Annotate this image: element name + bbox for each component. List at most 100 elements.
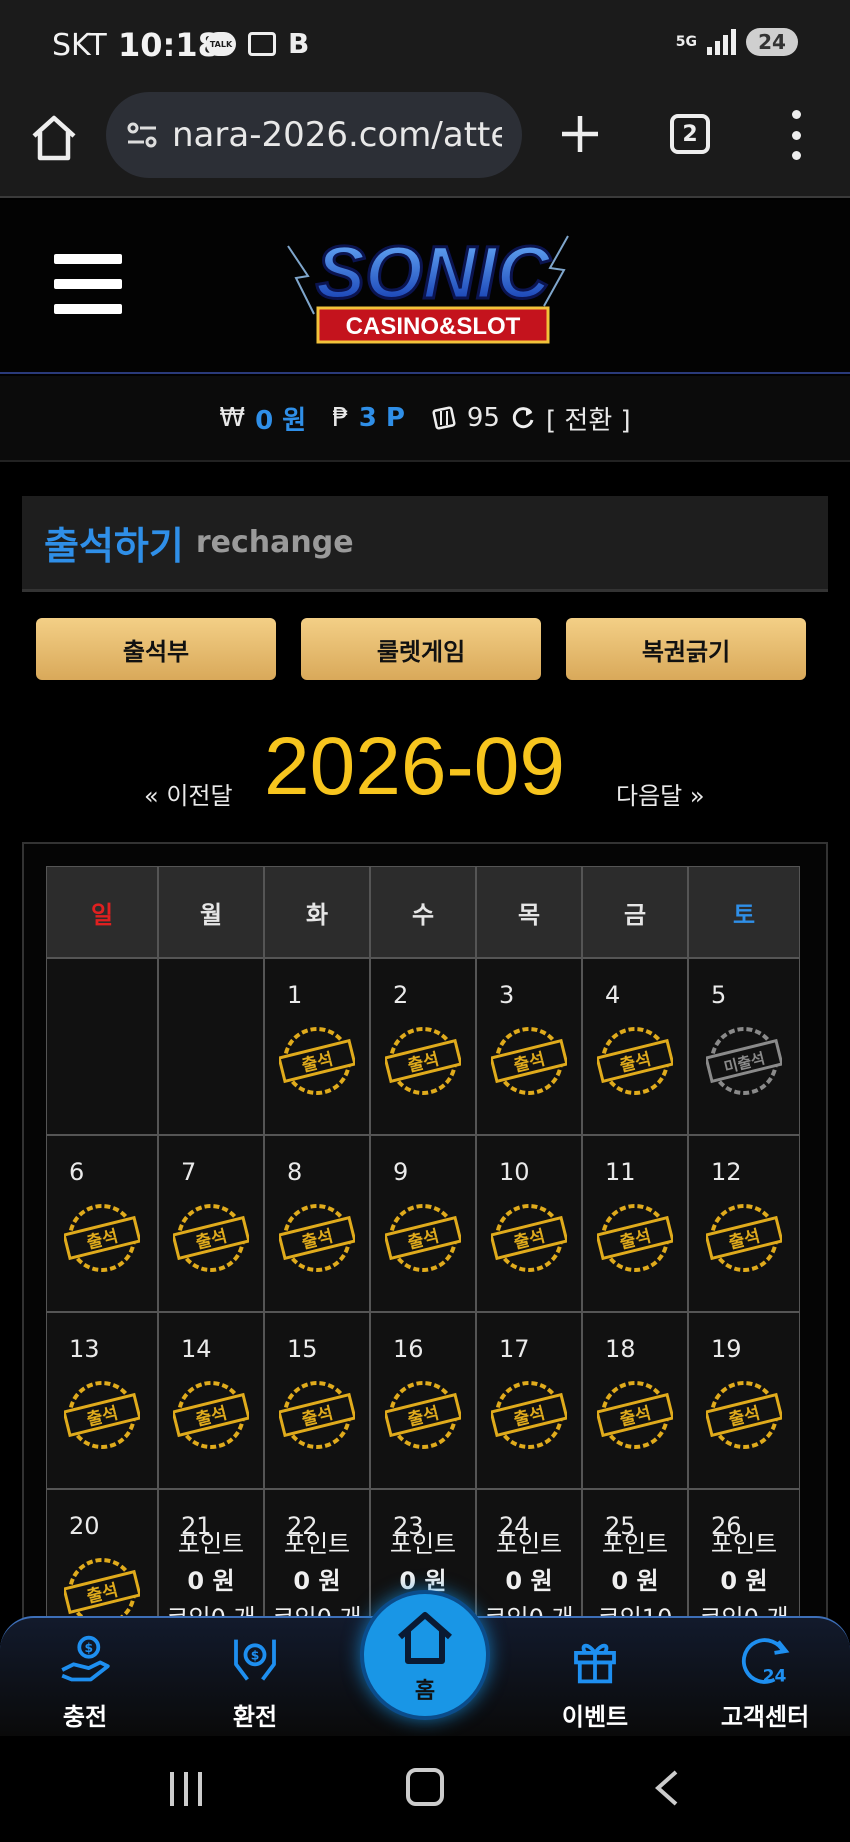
day-number: 7 [181, 1158, 197, 1186]
coin-icon [432, 406, 456, 430]
balance-bar: ₩ 0 원 ₱ 3 P 95 [ 전환 ] [0, 376, 850, 462]
attended-stamp-icon: 출석 [385, 1026, 461, 1095]
nav-home-label: 홈 [414, 1679, 436, 1704]
screenshot-icon [248, 32, 276, 56]
day-number: 8 [287, 1158, 303, 1186]
weekday-sat: 토 [688, 866, 800, 958]
calendar-day-19[interactable]: 19 출석 [688, 1312, 800, 1489]
calendar-day-12[interactable]: 12 출석 [688, 1135, 800, 1312]
hamburger-menu-icon[interactable] [54, 254, 122, 314]
attended-stamp-icon: 출석 [64, 1380, 140, 1449]
day-number: 20 [69, 1512, 100, 1540]
day-number: 1 [287, 981, 303, 1009]
scratch-lottery-button[interactable]: 복권긁기 [566, 618, 806, 680]
weekday-mon: 월 [158, 866, 264, 958]
point-symbol-icon: ₱ [332, 403, 349, 433]
calendar-day-4[interactable]: 4 출석 [582, 958, 688, 1135]
reward-point-label: 포인트 [389, 1530, 457, 1558]
exchange-hands-icon: $ [234, 1639, 276, 1681]
attendance-book-button[interactable]: 출석부 [36, 618, 276, 680]
reward-point-label: 포인트 [495, 1530, 563, 1558]
reward-point-value: 0 원 [611, 1567, 659, 1595]
attended-stamp-icon: 출석 [279, 1380, 355, 1449]
page-title: 출석하기 [44, 524, 184, 568]
attended-stamp-icon: 출석 [706, 1203, 782, 1272]
calendar-day-15[interactable]: 15 출석 [264, 1312, 370, 1489]
address-bar[interactable]: nara-2026.com/atten [106, 92, 522, 178]
reward-point-value: 0 원 [293, 1567, 341, 1595]
weekday-thu: 목 [476, 866, 582, 958]
current-month: 2026-09 [264, 721, 565, 812]
nav-exchange-label: 환전 [232, 1703, 278, 1731]
day-number: 14 [181, 1335, 212, 1363]
nav-support[interactable]: 24 고객센터 [710, 1632, 820, 1732]
nav-exchange[interactable]: $ 환전 [200, 1632, 310, 1732]
attended-stamp-icon: 출석 [597, 1026, 673, 1095]
back-icon[interactable] [650, 1770, 686, 1806]
weekday-tue: 화 [264, 866, 370, 958]
nav-charge[interactable]: $ 충전 [30, 1632, 140, 1732]
calendar-day-13[interactable]: 13 출석 [46, 1312, 158, 1489]
status-bar: SKT 10:18 TALK B 5G 24 [0, 0, 850, 92]
signal-icon [707, 29, 736, 55]
calendar-day-11[interactable]: 11 출석 [582, 1135, 688, 1312]
refresh-icon[interactable] [510, 405, 536, 431]
nav-charge-label: 충전 [62, 1703, 108, 1731]
calendar-day-9[interactable]: 9 출석 [370, 1135, 476, 1312]
weekday-wed: 수 [370, 866, 476, 958]
home-icon[interactable] [28, 112, 80, 164]
site-settings-icon[interactable] [124, 117, 160, 153]
day-number: 6 [69, 1158, 85, 1186]
recent-apps-icon[interactable] [170, 1772, 202, 1806]
roulette-game-button[interactable]: 룰렛게임 [301, 618, 541, 680]
calendar-day-17[interactable]: 17 출석 [476, 1312, 582, 1489]
weekday-fri: 금 [582, 866, 688, 958]
calendar-day-5[interactable]: 5 미출석 [688, 958, 800, 1135]
talk-icon: TALK [206, 32, 236, 56]
calendar-day-10[interactable]: 10 출석 [476, 1135, 582, 1312]
calendar-day-3[interactable]: 3 출석 [476, 958, 582, 1135]
day-number: 19 [711, 1335, 742, 1363]
next-month-link[interactable]: 다음달 » [616, 776, 705, 811]
sonic-casino-slot-logo[interactable]: SONIC CASINO&SLOT [268, 216, 598, 356]
day-number: 18 [605, 1335, 636, 1363]
svg-text:SONIC: SONIC [316, 231, 552, 314]
nav-home-button[interactable]: 홈 [360, 1590, 490, 1720]
nav-event[interactable]: 이벤트 [540, 1632, 650, 1732]
calendar-day-18[interactable]: 18 출석 [582, 1312, 688, 1489]
attendance-tab-buttons: 출석부 룰렛게임 복권긁기 [36, 618, 806, 680]
cash-balance: 0 원 [255, 405, 307, 436]
calendar-day-14[interactable]: 14 출석 [158, 1312, 264, 1489]
prev-month-link[interactable]: « 이전달 [144, 776, 233, 811]
attendance-section-header: 출석하기 rechange [22, 496, 828, 592]
calendar-day-6[interactable]: 6 출석 [46, 1135, 158, 1312]
b-app-icon: B [288, 27, 310, 60]
attended-stamp-icon: 출석 [491, 1203, 567, 1272]
calendar-day-16[interactable]: 16 출석 [370, 1312, 476, 1489]
network-type-icon: 5G [675, 34, 697, 50]
reward-point-value: 0 원 [505, 1567, 553, 1595]
calendar-day-8[interactable]: 8 출석 [264, 1135, 370, 1312]
system-home-icon[interactable] [406, 1768, 444, 1806]
day-number: 10 [499, 1158, 530, 1186]
attended-stamp-icon: 출석 [597, 1203, 673, 1272]
day-number: 5 [711, 981, 727, 1009]
calendar-day-7[interactable]: 7 출석 [158, 1135, 264, 1312]
attended-stamp-icon: 출석 [279, 1203, 355, 1272]
more-menu-icon[interactable] [784, 110, 808, 160]
new-tab-icon[interactable] [556, 110, 604, 158]
svg-text:$: $ [85, 1641, 94, 1655]
convert-link[interactable]: [ 전환 ] [546, 400, 631, 437]
home-icon [398, 1612, 452, 1664]
attended-stamp-icon: 출석 [597, 1380, 673, 1449]
calendar-day-2[interactable]: 2 출석 [370, 958, 476, 1135]
page-subtitle: rechange [195, 525, 354, 560]
tab-switcher-button[interactable]: 2 [670, 114, 710, 154]
weekday-sun: 일 [46, 866, 158, 958]
point-balance: 3 P [358, 403, 405, 433]
calendar-day-1[interactable]: 1 출석 [264, 958, 370, 1135]
notification-icons: TALK B [206, 27, 310, 60]
reward-point-label: 포인트 [177, 1530, 245, 1558]
attended-stamp-icon: 출석 [64, 1203, 140, 1272]
clock: 10:18 [118, 26, 220, 64]
